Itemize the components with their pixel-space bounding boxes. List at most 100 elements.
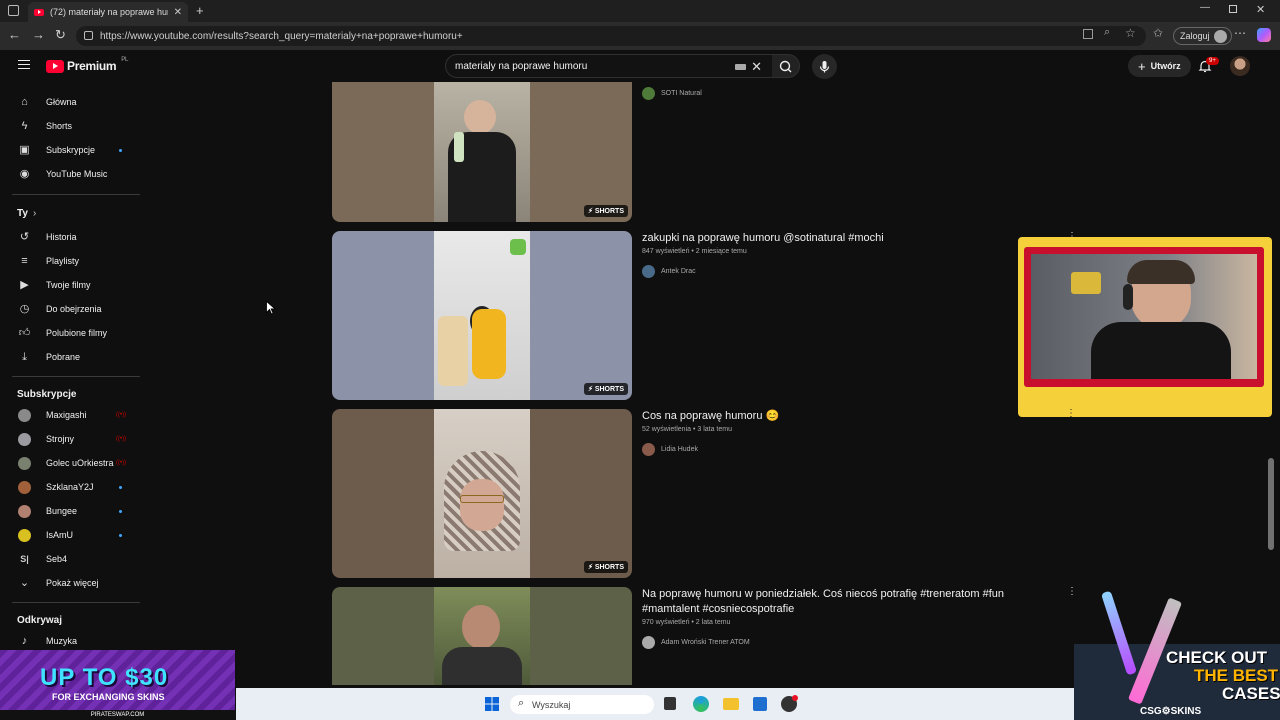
- account-avatar[interactable]: [1230, 56, 1250, 76]
- sidebar-item-label: SzklanaY2J: [46, 482, 94, 492]
- sidebar-item-label: Muzyka: [46, 636, 78, 646]
- sidebar-item-history[interactable]: ↺ Historia: [0, 225, 140, 249]
- taskbar-search-input[interactable]: ⌕ Wyszukaj: [510, 695, 654, 714]
- channel-avatar: [642, 87, 655, 100]
- clock-icon: ◷: [19, 302, 30, 315]
- section-heading: Odkrywaj: [17, 615, 63, 626]
- csgoskins-ad-banner: CHECK OUT THE BEST CASES CSG⚙SKINS: [1074, 590, 1280, 720]
- sidebar-sub-maxigashi[interactable]: Maxigashi ((•)): [0, 403, 140, 427]
- shorts-badge: ⚡︎ SHORTS: [583, 561, 628, 573]
- video-thumbnail[interactable]: ⚡︎ SHORTS: [332, 409, 632, 578]
- new-tab-icon[interactable]: +: [196, 3, 204, 18]
- search-button[interactable]: [772, 54, 800, 78]
- favorite-star-icon[interactable]: ☆: [1125, 26, 1136, 40]
- video-title[interactable]: Na poprawę humoru w poniedziałek. Coś ni…: [642, 587, 1012, 617]
- sidebar-item-watch-later[interactable]: ◷ Do obejrzenia: [0, 297, 140, 321]
- sidebar-item-youtube-music[interactable]: ◉ YouTube Music: [0, 162, 140, 186]
- ad-line-3: CASES: [1222, 684, 1280, 703]
- address-field[interactable]: https://www.youtube.com/results?search_q…: [76, 26, 1146, 46]
- sidebar-item-shorts[interactable]: ϟ Shorts: [0, 114, 140, 138]
- ad-headline: UP TO $30: [40, 664, 169, 691]
- browser-toolbar: ← → ↻ https://www.youtube.com/results?se…: [0, 22, 1280, 50]
- youtube-premium-logo[interactable]: Premium PL: [46, 57, 129, 73]
- close-tab-icon[interactable]: ✕: [174, 7, 182, 18]
- section-heading: Ty: [17, 207, 28, 219]
- voice-search-button[interactable]: [812, 54, 837, 79]
- new-content-dot: [119, 485, 122, 489]
- minimize-icon[interactable]: —: [1200, 2, 1210, 13]
- live-indicator-icon: ((•)): [116, 412, 127, 418]
- sidebar-item-downloads[interactable]: ⤓ Pobrane: [0, 345, 140, 369]
- mouse-cursor-icon: [266, 301, 275, 315]
- sidebar-sub-szklanay2j[interactable]: SzklanaY2J: [0, 475, 140, 499]
- close-window-icon[interactable]: ✕: [1256, 3, 1265, 16]
- keyboard-icon[interactable]: [735, 64, 746, 70]
- sidebar-sub-isamu[interactable]: IsAmU: [0, 523, 140, 547]
- video-thumbnail[interactable]: ⚡︎ SHORTS: [332, 231, 632, 400]
- channel-link[interactable]: Antek Drac: [642, 265, 696, 278]
- video-thumbnail[interactable]: ⚡︎ SHORTS: [332, 82, 632, 222]
- channel-avatar: [18, 456, 31, 470]
- zoom-icon[interactable]: ⌕: [1104, 26, 1110, 39]
- app-available-icon[interactable]: [1083, 29, 1093, 39]
- back-icon[interactable]: ←: [8, 27, 21, 42]
- sidebar-sub-bungee[interactable]: Bungee: [0, 499, 140, 523]
- overlay-more-icon: ⋮: [1066, 408, 1076, 419]
- sidebar-sub-strojny[interactable]: Strojny ((•)): [0, 427, 140, 451]
- restore-icon[interactable]: [1229, 5, 1237, 13]
- sidebar-item-label: Historia: [46, 232, 77, 242]
- site-info-icon[interactable]: [84, 31, 93, 40]
- show-more-button[interactable]: ⌄ Pokaż więcej: [0, 571, 140, 595]
- create-button[interactable]: + Utwórz: [1128, 55, 1191, 77]
- browser-menu-icon[interactable]: [8, 5, 19, 16]
- sidebar-item-liked-videos[interactable]: 👍︎ Polubione filmy: [0, 321, 140, 345]
- new-content-dot: [119, 509, 122, 513]
- sidebar-item-subscriptions[interactable]: ▣ Subskrypcje: [0, 138, 140, 162]
- video-meta: 52 wyświetlenia • 3 lata temu: [642, 426, 732, 433]
- channel-link[interactable]: SOTI Natural: [642, 87, 702, 100]
- video-thumbnail[interactable]: [332, 587, 632, 685]
- channel-avatar: [642, 265, 655, 278]
- windows-taskbar: ⌕ Wyszukaj: [236, 688, 1074, 720]
- channel-link[interactable]: Adam Wroński Trener ATOM: [642, 636, 750, 649]
- channel-link[interactable]: Lidia Hudek: [642, 443, 698, 456]
- hamburger-menu-icon[interactable]: [18, 60, 30, 69]
- reload-icon[interactable]: ↻: [55, 27, 66, 43]
- search-input[interactable]: materialy na poprawe humoru ✕: [445, 54, 773, 78]
- clear-search-icon[interactable]: ✕: [751, 59, 762, 75]
- sidebar-item-your-videos[interactable]: ▶ Twoje filmy: [0, 273, 140, 297]
- microphone-icon: [819, 61, 830, 73]
- taskbar-search-placeholder: Wyszukaj: [532, 699, 571, 710]
- sidebar-you-header[interactable]: Ty ›: [0, 201, 140, 225]
- pirateswap-ad-banner: UP TO $30 FOR EXCHANGING SKINS PIRATESWA…: [0, 650, 235, 720]
- sidebar-sub-golec[interactable]: Golec uOrkiestra ((•)): [0, 451, 140, 475]
- login-button[interactable]: Zaloguj: [1173, 27, 1232, 45]
- copilot-icon[interactable]: [1257, 28, 1271, 42]
- sidebar-item-label: Pobrane: [46, 352, 81, 362]
- sidebar-item-home[interactable]: ⌂ Główna: [0, 90, 140, 114]
- file-explorer-icon[interactable]: [723, 698, 739, 710]
- ad-site: PIRATESWAP.COM: [0, 710, 235, 720]
- more-options-icon[interactable]: ⋯: [1234, 26, 1246, 40]
- video-title[interactable]: zakupki na poprawę humoru @sotinatural #…: [642, 231, 1012, 246]
- edge-browser-icon[interactable]: [693, 696, 709, 712]
- channel-avatar: [18, 432, 31, 446]
- favorites-icon[interactable]: ✩: [1153, 26, 1163, 40]
- windows-start-icon[interactable]: [485, 697, 499, 711]
- browser-tab[interactable]: (72) materiały na poprawe humoru ✕: [28, 2, 188, 22]
- sidebar-item-playlists[interactable]: ≡ Playlisty: [0, 249, 140, 273]
- page-scrollbar[interactable]: [1268, 458, 1274, 550]
- music-icon: ◉: [19, 167, 30, 180]
- ad-brand: CSG⚙SKINS: [1140, 706, 1202, 717]
- logo-region: PL: [121, 57, 129, 63]
- new-content-dot: [119, 148, 122, 152]
- video-title[interactable]: Cos na poprawę humoru 😊: [642, 409, 1012, 424]
- new-content-dot: [119, 533, 122, 537]
- forward-icon[interactable]: →: [32, 27, 45, 42]
- sidebar-sub-seb4[interactable]: S| Seb4: [0, 547, 140, 571]
- subscriptions-icon: ▣: [19, 143, 30, 156]
- task-view-icon[interactable]: [664, 697, 676, 710]
- store-icon[interactable]: [753, 697, 767, 711]
- logo-text: Premium: [67, 59, 117, 73]
- channel-avatar: [642, 443, 655, 456]
